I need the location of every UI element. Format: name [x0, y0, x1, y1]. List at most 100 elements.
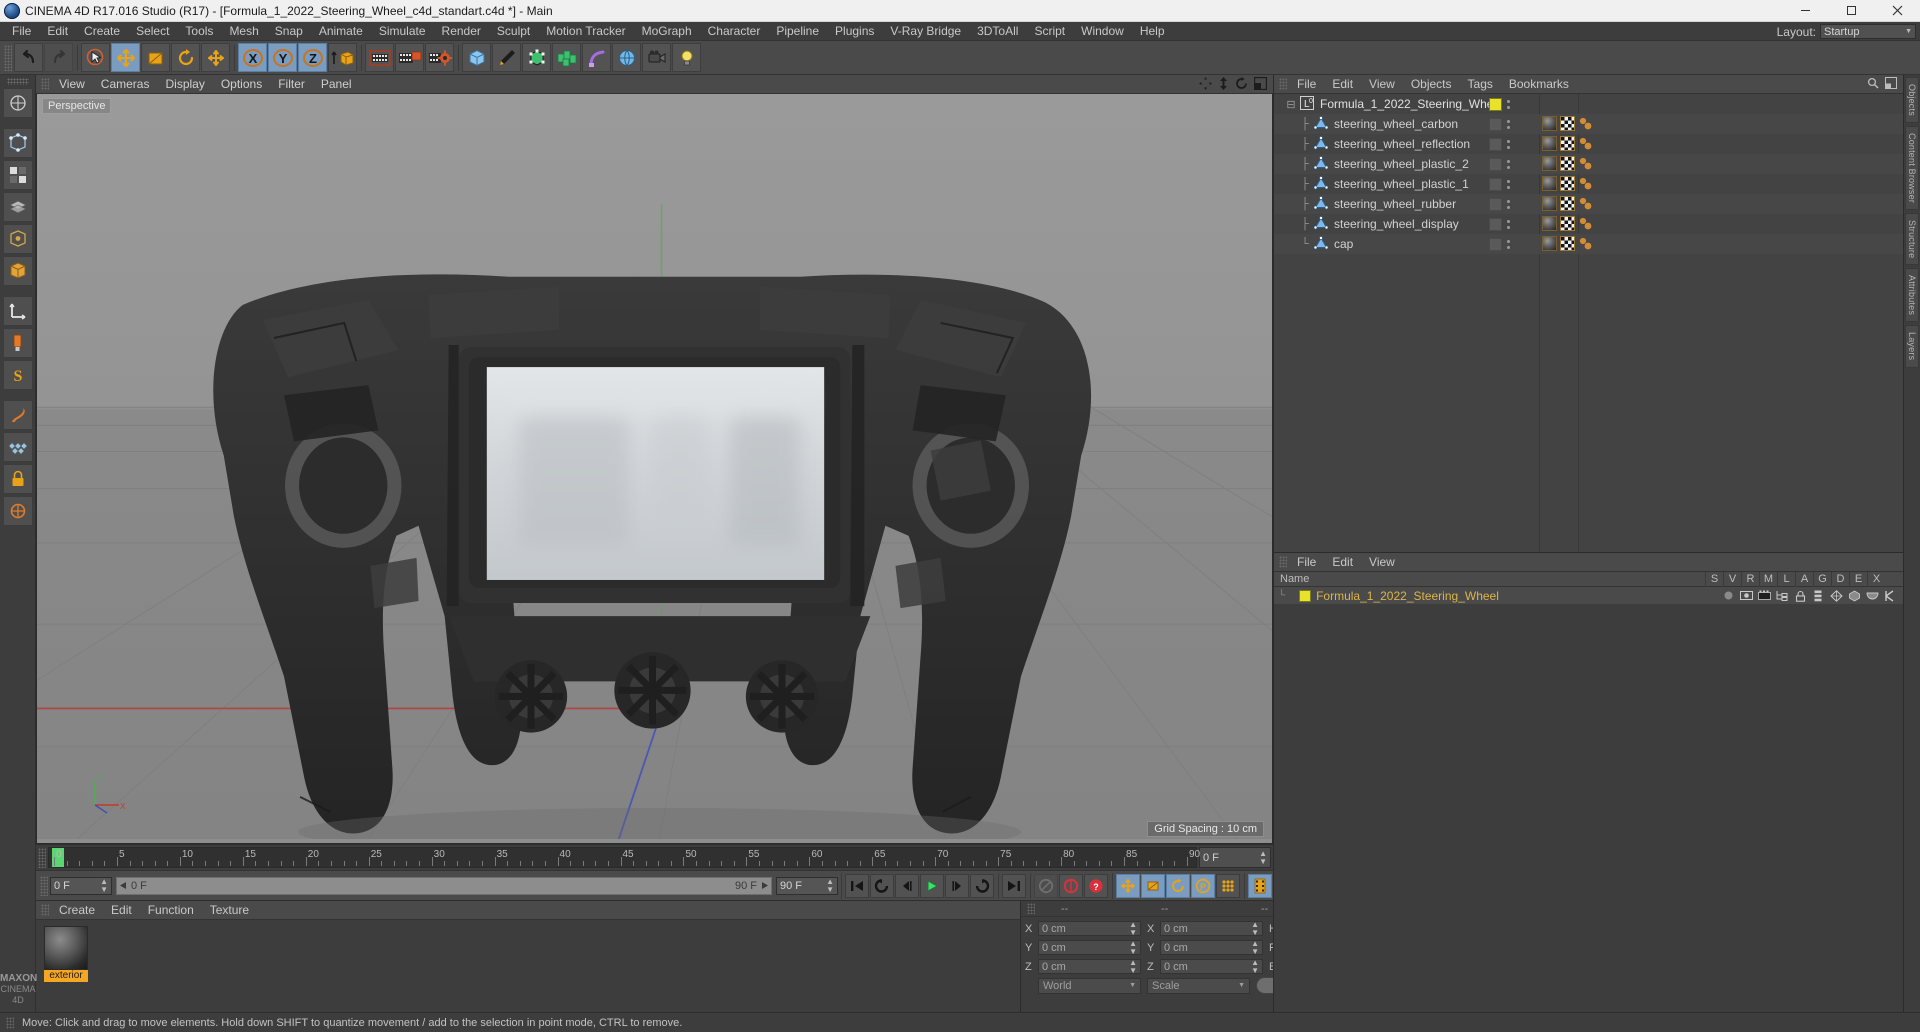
vtab-objects[interactable]: Objects [1905, 77, 1919, 123]
menu-character[interactable]: Character [700, 22, 769, 41]
size-x-field[interactable]: 0 cm ▲ ▼ [1160, 920, 1263, 937]
point-level-animation-button[interactable] [1216, 873, 1240, 898]
menu-pipeline[interactable]: Pipeline [768, 22, 827, 41]
material-menu-texture[interactable]: Texture [202, 901, 257, 920]
go-to-start-button[interactable] [845, 873, 869, 898]
x-axis-lock-button[interactable]: X [238, 43, 267, 72]
menu-help[interactable]: Help [1132, 22, 1173, 41]
object-enable-toggle[interactable] [1489, 137, 1502, 151]
add-light-button[interactable] [672, 43, 701, 72]
viewport-menu-cameras[interactable]: Cameras [93, 75, 158, 94]
object-enable-toggle[interactable] [1489, 157, 1502, 171]
status-bar-grip[interactable] [6, 1016, 14, 1029]
uv-tag-icon[interactable] [1560, 236, 1575, 251]
minimize-button[interactable] [1782, 0, 1828, 22]
viewport-menu-filter[interactable]: Filter [270, 75, 313, 94]
add-nurbs-button[interactable] [522, 43, 551, 72]
layer-render-icon[interactable] [1755, 587, 1773, 604]
spinner-icon[interactable]: ▲▼ [1129, 958, 1137, 975]
layer-row[interactable]: └ Formula_1_2022_Steering_Wheel [1274, 587, 1903, 604]
vtab-attributes[interactable]: Attributes [1905, 268, 1919, 323]
world-object-toggle-button[interactable] [328, 43, 357, 72]
viewport-pan-icon[interactable] [1199, 76, 1212, 93]
menu-simulate[interactable]: Simulate [371, 22, 434, 41]
left-palette-grip[interactable] [6, 78, 29, 85]
tool-model-mode-button[interactable] [2, 224, 33, 254]
viewport-dolly-icon[interactable] [1218, 76, 1229, 93]
layer-col-d[interactable]: D [1831, 571, 1849, 587]
object-row[interactable]: ⊟ L 0 Formula_1_2022_Steering_Wheel [1274, 94, 1903, 114]
object-list[interactable]: ⊟ L 0 Formula_1_2022_Steering_Wheel ├ steerin… [1274, 94, 1903, 552]
object-menu-objects[interactable]: Objects [1403, 75, 1460, 94]
viewport-maximize-icon[interactable] [1253, 76, 1268, 93]
render-settings-button[interactable] [425, 43, 454, 72]
menu-motion-tracker[interactable]: Motion Tracker [538, 22, 633, 41]
position-x-field[interactable]: 0 cm ▲ ▼ [1038, 920, 1141, 936]
layer-color-swatch[interactable] [1299, 589, 1312, 602]
add-cube-button[interactable] [462, 43, 491, 72]
go-to-end-button[interactable] [1002, 873, 1026, 898]
menu-select[interactable]: Select [128, 22, 177, 41]
record-active-objects-button[interactable] [1059, 873, 1083, 898]
layer-menu-edit[interactable]: Edit [1324, 553, 1361, 572]
object-row[interactable]: ├ steering_wheel_display [1274, 214, 1903, 234]
previous-key-button[interactable] [870, 873, 894, 898]
menu-file[interactable]: File [4, 22, 39, 41]
viewport-grip[interactable] [41, 78, 49, 90]
coordinates-grip[interactable] [1027, 903, 1035, 914]
tool-object-mode-button[interactable] [2, 256, 33, 286]
add-spline-button[interactable] [492, 43, 521, 72]
selection-tag-icon[interactable] [1578, 136, 1593, 151]
object-visibility-toggle[interactable] [1507, 99, 1510, 109]
tree-expand-icon[interactable]: ├ [1296, 198, 1314, 210]
add-camera-button[interactable] [642, 43, 671, 72]
timeline-ruler[interactable]: 0 5 10 15 20 25 30 35 40 45 50 55 60 65 70 75 80 85 90 [48, 847, 1200, 868]
current-frame-field[interactable]: 0 F ▲ ▼ [1199, 847, 1271, 868]
preview-range-bar[interactable]: 0 F 90 F [116, 876, 772, 895]
layer-col-x[interactable]: X [1867, 571, 1885, 587]
maximize-button[interactable] [1828, 0, 1874, 22]
uv-tag-icon[interactable] [1560, 216, 1575, 231]
selection-tag-icon[interactable] [1578, 216, 1593, 231]
object-manager-search-icon[interactable] [1867, 77, 1879, 92]
viewport-rotate-icon[interactable] [1235, 76, 1248, 93]
redo-button[interactable] [44, 43, 73, 72]
selection-tag-icon[interactable] [1578, 236, 1593, 251]
viewport-menu-options[interactable]: Options [213, 75, 270, 94]
selection-tag-icon[interactable] [1578, 196, 1593, 211]
material-item[interactable]: exterior [44, 926, 88, 982]
menu-3dtoall[interactable]: 3DToAll [969, 22, 1026, 41]
object-row[interactable]: ├ steering_wheel_rubber [1274, 194, 1903, 214]
render-view-button[interactable] [365, 43, 394, 72]
move-tool-button[interactable] [111, 43, 140, 72]
menu-sculpt[interactable]: Sculpt [489, 22, 538, 41]
tree-expand-icon[interactable]: └ [1296, 238, 1314, 250]
tree-expand-icon[interactable]: ⊟ [1282, 98, 1300, 111]
object-menu-bookmarks[interactable]: Bookmarks [1501, 75, 1577, 94]
material-menu-function[interactable]: Function [140, 901, 202, 920]
vtab-content-browser[interactable]: Content Browser [1905, 125, 1919, 210]
menu-animate[interactable]: Animate [311, 22, 371, 41]
size-y-field[interactable]: 0 cm ▲ ▼ [1160, 939, 1263, 955]
next-key-button[interactable] [970, 873, 994, 898]
object-visibility-toggle[interactable] [1507, 219, 1510, 229]
object-row[interactable]: ├ steering_wheel_plastic_2 [1274, 154, 1903, 174]
select-tool-button[interactable] [81, 43, 110, 72]
uv-tag-icon[interactable] [1560, 196, 1575, 211]
tree-expand-icon[interactable]: ├ [1296, 158, 1314, 170]
layer-menu-view[interactable]: View [1361, 553, 1403, 572]
object-visibility-toggle[interactable] [1507, 119, 1510, 129]
object-menu-file[interactable]: File [1289, 75, 1324, 94]
parameter-key-button[interactable]: P [1191, 873, 1215, 898]
menu-vray-bridge[interactable]: V-Ray Bridge [882, 22, 969, 41]
position-y-field[interactable]: 0 cm ▲ ▼ [1038, 939, 1141, 955]
add-deformer-button[interactable] [582, 43, 611, 72]
position-z-field[interactable]: 0 cm ▲ ▼ [1038, 958, 1141, 975]
object-manager-options-icon[interactable] [1885, 76, 1897, 92]
material-menu-edit[interactable]: Edit [103, 901, 140, 920]
layer-expression-icon[interactable] [1863, 587, 1881, 604]
material-tag-icon[interactable] [1542, 216, 1557, 231]
spinner-icon[interactable]: ▲▼ [1251, 920, 1259, 937]
layout-dropdown[interactable]: Startup ▼ [1820, 24, 1916, 39]
coordinate-mode-dropdown[interactable]: Scale ▼ [1147, 977, 1250, 994]
